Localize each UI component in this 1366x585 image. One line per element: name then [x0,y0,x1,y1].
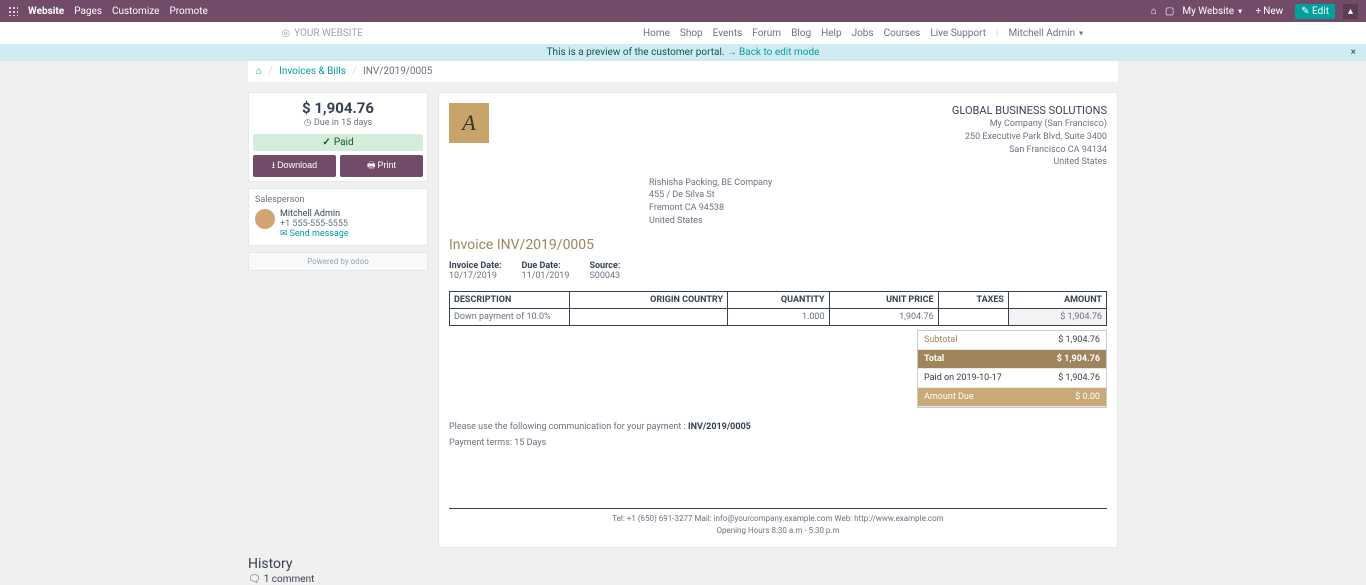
history-title: History [248,556,1118,572]
download-button[interactable]: Download [253,155,336,177]
nav-user[interactable]: Mitchell Admin ▼ [1008,28,1084,39]
nav-jobs[interactable]: Jobs [852,28,874,39]
breadcrumb-current: INV/2019/0005 [363,66,432,77]
topbar-left: Website Pages Customize Promote [8,6,208,17]
nav-shop[interactable]: Shop [680,28,703,39]
top-bar: Website Pages Customize Promote ⌂ ▢ My W… [0,0,1366,22]
totals-box: Subtotal$ 1,904.76 Total$ 1,904.76 Paid … [917,330,1107,408]
breadcrumb-home[interactable]: ⌂ [256,66,262,77]
company-address: GLOBAL BUSINESS SOLUTIONS My Company (Sa… [952,103,1107,169]
home-top-icon[interactable]: ⌂ [1151,6,1157,17]
preview-text: This is a preview of the customer portal… [547,47,725,58]
comments-count[interactable]: 1 comment [248,574,1118,585]
site-brand[interactable]: ◎ YOUR WEBSITE [281,28,363,39]
invoice-meta: Invoice Date:10/17/2019 Due Date:11/01/2… [449,261,1107,281]
doc-footer: Tel: +1 (650) 691-3277 Mail: info@yourco… [449,508,1107,547]
nav-events[interactable]: Events [713,28,743,39]
breadcrumb: ⌂ / Invoices & Bills / INV/2019/0005 [248,61,1118,82]
payment-communication: Please use the following communication f… [449,422,1107,432]
company-name: GLOBAL BUSINESS SOLUTIONS [952,103,1107,118]
salesperson-phone: +1 555-555-5555 [280,219,349,229]
promote-menu[interactable]: Promote [169,6,207,17]
nav-live[interactable]: Live Support [930,28,986,39]
breadcrumb-invoices[interactable]: Invoices & Bills [279,66,346,77]
back-to-edit-link[interactable]: Back to edit mode [727,47,819,58]
my-website-dropdown[interactable]: My Website ▼ [1182,6,1243,17]
salesperson-label: Salesperson [255,195,421,205]
th-price: UNIT PRICE [829,292,938,309]
pages-menu[interactable]: Pages [74,6,102,17]
invoice-document: A GLOBAL BUSINESS SOLUTIONS My Company (… [438,92,1118,548]
th-taxes: TAXES [938,292,1008,309]
preview-close[interactable]: × [1351,47,1356,58]
salesperson-name: Mitchell Admin [280,209,349,219]
th-desc: DESCRIPTION [450,292,570,309]
summary-card: $ 1,904.76 Due in 15 days Paid Download … [248,92,428,182]
nav-forum[interactable]: Forum [752,28,781,39]
payment-terms: Payment terms: 15 Days [449,438,1107,448]
print-button[interactable]: Print [340,155,423,177]
th-amount: AMOUNT [1008,292,1106,309]
history-section: History 1 comment [248,556,1118,585]
nav-menu: Home Shop Events Forum Blog Help Jobs Co… [643,28,1085,39]
mobile-icon[interactable]: ▢ [1165,6,1174,17]
nav-divider: | [996,28,998,39]
nav-blog[interactable]: Blog [791,28,811,39]
customize-menu[interactable]: Customize [112,6,159,17]
amount-value: $ 1,904.76 [255,99,421,117]
message-icon [280,229,290,239]
customer-address: Rishisha Packing, BE Company 455 / De Si… [649,177,1107,227]
collapse-button[interactable]: ▴ [1343,4,1358,19]
print-icon [367,160,378,170]
website-brand[interactable]: Website [28,6,64,17]
side-panel: $ 1,904.76 Due in 15 days Paid Download … [248,92,428,277]
site-navbar: ◎ YOUR WEBSITE Home Shop Events Forum Bl… [0,22,1366,44]
table-row: Down payment of 10.0% 1.000 1,904.76 $ 1… [450,309,1107,326]
comment-icon [248,574,264,585]
nav-help[interactable]: Help [821,28,841,39]
topbar-right: ⌂ ▢ My Website ▼ New ✎ Edit ▴ [1151,4,1358,19]
th-origin: ORIGIN COUNTRY [570,292,728,309]
powered-by: Powered by odoo [248,252,428,271]
nav-courses[interactable]: Courses [884,28,921,39]
check-icon [322,137,333,148]
avatar [255,209,275,229]
company-logo: A [449,103,489,143]
paid-badge: Paid [253,134,423,151]
th-qty: QUANTITY [728,292,830,309]
salesperson-card: Salesperson Mitchell Admin +1 555-555-55… [248,188,428,246]
send-message-link[interactable]: Send message [280,229,349,239]
edit-button[interactable]: ✎ Edit [1295,4,1335,19]
nav-home[interactable]: Home [643,28,670,39]
new-button[interactable]: New [1252,5,1288,18]
clock-icon [304,118,312,128]
due-text: Due in 15 days [255,118,421,128]
apps-icon[interactable] [8,6,18,16]
preview-bar: This is a preview of the customer portal… [0,44,1366,61]
lines-table: DESCRIPTION ORIGIN COUNTRY QUANTITY UNIT… [449,291,1107,326]
invoice-title: Invoice INV/2019/0005 [449,237,1107,253]
